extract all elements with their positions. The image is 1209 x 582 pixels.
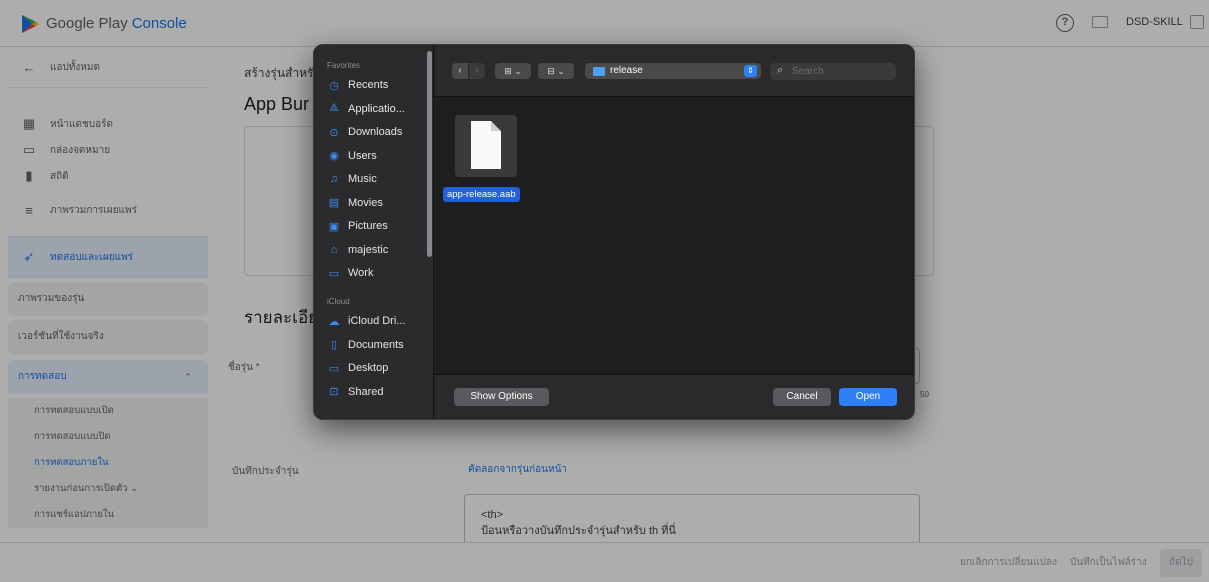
document-fold	[491, 121, 501, 131]
location-popup[interactable]: release ⇕	[585, 63, 761, 79]
desktop-icon: ▭	[328, 362, 340, 375]
search-icon: ⌕	[777, 64, 784, 76]
sidebar-item-label: Users	[348, 149, 377, 162]
file-open-dialog: Favorites ◷ Recents ⟁ Applicatio... ⊙ Downloa…	[313, 44, 915, 420]
location-name: release	[610, 65, 643, 76]
sidebar-item-label: Recents	[348, 79, 389, 91]
clock-icon: ◷	[329, 79, 339, 92]
sidebar-item-shared[interactable]: ⊡ Shared	[327, 382, 431, 402]
sidebar-item-label: Documents	[348, 338, 404, 351]
documents-icon: ▯	[330, 339, 338, 351]
cloud-icon: ☁	[328, 315, 340, 328]
back-button[interactable]: ‹	[452, 63, 468, 79]
sidebar-item-label: Work	[348, 267, 374, 279]
group-view-button[interactable]: ⊟ ⌄	[538, 63, 574, 79]
sidebar-item-label: Pictures	[348, 220, 388, 232]
cancel-button[interactable]: Cancel	[773, 388, 831, 406]
file-dialog-toolbar: ‹ › ⊞ ⌄ ⊟ ⌄ release ⇕ ⌕ Search	[435, 45, 914, 97]
sidebar-scrollbar[interactable]	[427, 51, 432, 257]
file-dialog-footer: Show Options Cancel Open	[435, 374, 914, 419]
sidebar-item-pictures[interactable]: ▣ Pictures	[327, 216, 431, 236]
search-field[interactable]: ⌕ Search	[770, 63, 896, 80]
file-dialog-sidebar: Favorites ◷ Recents ⟁ Applicatio... ⊙ Downloa…	[314, 45, 434, 419]
favorites-header: Favorites	[327, 61, 360, 70]
pictures-icon: ▣	[328, 220, 340, 233]
popup-arrows-icon: ⇕	[744, 65, 757, 77]
file-item-selected[interactable]	[455, 115, 517, 177]
sidebar-item-label: majestic	[348, 243, 389, 256]
folder-icon: ▭	[328, 267, 340, 280]
sidebar-item-documents[interactable]: ▯ Documents	[327, 335, 431, 355]
icloud-header: iCloud	[327, 297, 350, 306]
sidebar-item-users[interactable]: ◉ Users	[327, 146, 431, 166]
sidebar-item-movies[interactable]: ▤ Movies	[327, 193, 431, 213]
music-icon: ♫	[329, 173, 339, 185]
sidebar-item-label: iCloud Dri...	[348, 315, 406, 327]
home-icon: ⌂	[330, 243, 338, 256]
shared-folder-icon: ⊡	[329, 386, 339, 398]
forward-button[interactable]: ›	[469, 63, 485, 79]
file-name-label[interactable]: app-release.aab	[443, 187, 520, 202]
sidebar-item-label: Shared	[348, 385, 384, 398]
users-icon: ◉	[329, 150, 339, 162]
icon-view-button[interactable]: ⊞ ⌄	[495, 63, 531, 79]
sidebar-item-applicatio[interactable]: ⟁ Applicatio...	[327, 99, 431, 119]
sidebar-item-label: Applicatio...	[348, 102, 405, 115]
applications-icon: ⟁	[329, 102, 339, 114]
sidebar-item-work[interactable]: ▭ Work	[327, 263, 431, 283]
sidebar-item-label: Desktop	[348, 362, 389, 374]
show-options-button[interactable]: Show Options	[454, 388, 549, 406]
sidebar-item-label: Music	[348, 173, 377, 185]
search-placeholder: Search	[792, 66, 824, 77]
sidebar-item-majestic[interactable]: ⌂ majestic	[327, 240, 431, 260]
sidebar-item-desktop[interactable]: ▭ Desktop	[327, 358, 431, 378]
sidebar-item-recents[interactable]: ◷ Recents	[327, 75, 431, 95]
sidebar-item-icloud-dri[interactable]: ☁ iCloud Dri...	[327, 311, 431, 331]
sidebar-item-music[interactable]: ♫ Music	[327, 169, 431, 189]
sidebar-item-label: Movies	[348, 196, 383, 209]
sidebar-item-label: Downloads	[348, 126, 403, 138]
sidebar-item-downloads[interactable]: ⊙ Downloads	[327, 122, 431, 142]
open-button[interactable]: Open	[839, 388, 897, 406]
file-browser-area[interactable]: app-release.aab	[435, 98, 914, 374]
movies-icon: ▤	[328, 197, 340, 209]
folder-icon	[593, 67, 605, 76]
downloads-icon: ⊙	[329, 126, 339, 139]
